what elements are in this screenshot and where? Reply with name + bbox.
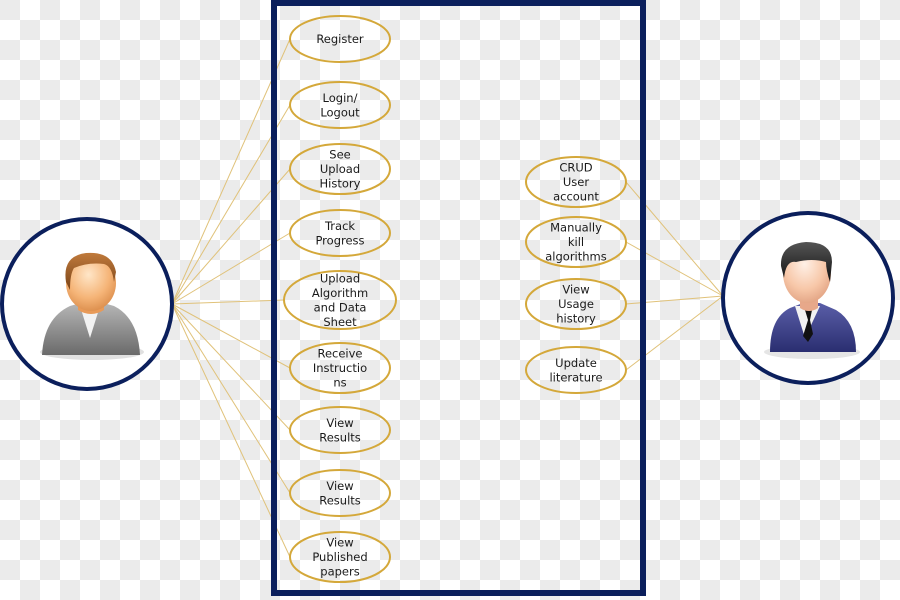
use-case-label: View <box>326 536 353 550</box>
use-case-label: Update <box>555 356 597 370</box>
use-case-label: Progress <box>315 233 364 247</box>
admin-use-case[interactable]: CRUDUseraccount <box>525 156 627 208</box>
use-case-label: and Data <box>314 300 367 314</box>
user-use-case[interactable]: ViewResults <box>289 469 391 517</box>
actor-user[interactable] <box>0 217 174 391</box>
use-case-label: Manually <box>550 221 602 235</box>
use-case-label: account <box>553 190 599 204</box>
user-use-case[interactable]: ReceiveInstructions <box>289 342 391 394</box>
user-use-case[interactable]: SeeUploadHistory <box>289 143 391 195</box>
right-use-cases: CRUDUseraccount Manuallykillalgorithms Vie… <box>525 156 627 394</box>
use-case-label: Logout <box>320 105 360 119</box>
use-case-label: Instructio <box>313 361 367 375</box>
use-case-label: History <box>320 177 361 191</box>
use-case-label: Results <box>319 430 361 444</box>
use-case-label: algorithms <box>545 250 607 264</box>
use-case-label: papers <box>320 565 359 579</box>
use-case-label: kill <box>568 235 584 249</box>
use-case-label: Published <box>312 550 367 564</box>
use-case-label: User <box>563 175 589 189</box>
user-use-case[interactable]: UploadAlgorithmand DataSheet <box>283 270 397 330</box>
use-case-label: history <box>556 312 596 326</box>
use-case-label: View <box>326 479 353 493</box>
user-use-case[interactable]: ViewResults <box>289 406 391 454</box>
use-case-label: View <box>326 416 353 430</box>
user-use-case[interactable]: Login/Logout <box>289 81 391 129</box>
use-case-diagram: RegisterLogin/LogoutSeeUploadHistoryTrac… <box>0 0 895 596</box>
user-use-case[interactable]: TrackProgress <box>289 209 391 257</box>
use-case-label: Usage <box>558 297 594 311</box>
use-case-label: Receive <box>317 347 362 361</box>
use-case-label: CRUD <box>559 161 592 175</box>
association-line <box>171 299 285 305</box>
use-case-label: Login/ <box>323 91 358 105</box>
use-case-label: Register <box>316 32 364 46</box>
use-case-label: literature <box>549 370 602 384</box>
use-case-label: Sheet <box>323 315 357 329</box>
actor-admin[interactable] <box>721 211 895 385</box>
left-use-cases: RegisterLogin/LogoutSeeUploadHistoryTrac… <box>283 15 397 583</box>
use-case-label: Track <box>324 219 355 233</box>
use-case-label: See <box>329 148 350 162</box>
user-use-case[interactable]: Register <box>289 15 391 63</box>
use-case-label: Upload <box>320 271 360 285</box>
admin-use-case[interactable]: Updateliterature <box>525 346 627 394</box>
admin-use-case[interactable]: Manuallykillalgorithms <box>525 216 627 268</box>
use-case-label: ns <box>333 376 346 390</box>
use-case-label: Results <box>319 493 361 507</box>
user-use-case[interactable]: ViewPublishedpapers <box>289 531 391 583</box>
use-case-label: Upload <box>320 162 360 176</box>
admin-use-case[interactable]: ViewUsagehistory <box>525 278 627 330</box>
use-case-label: Algorithm <box>312 286 368 300</box>
use-case-label: View <box>562 283 589 297</box>
